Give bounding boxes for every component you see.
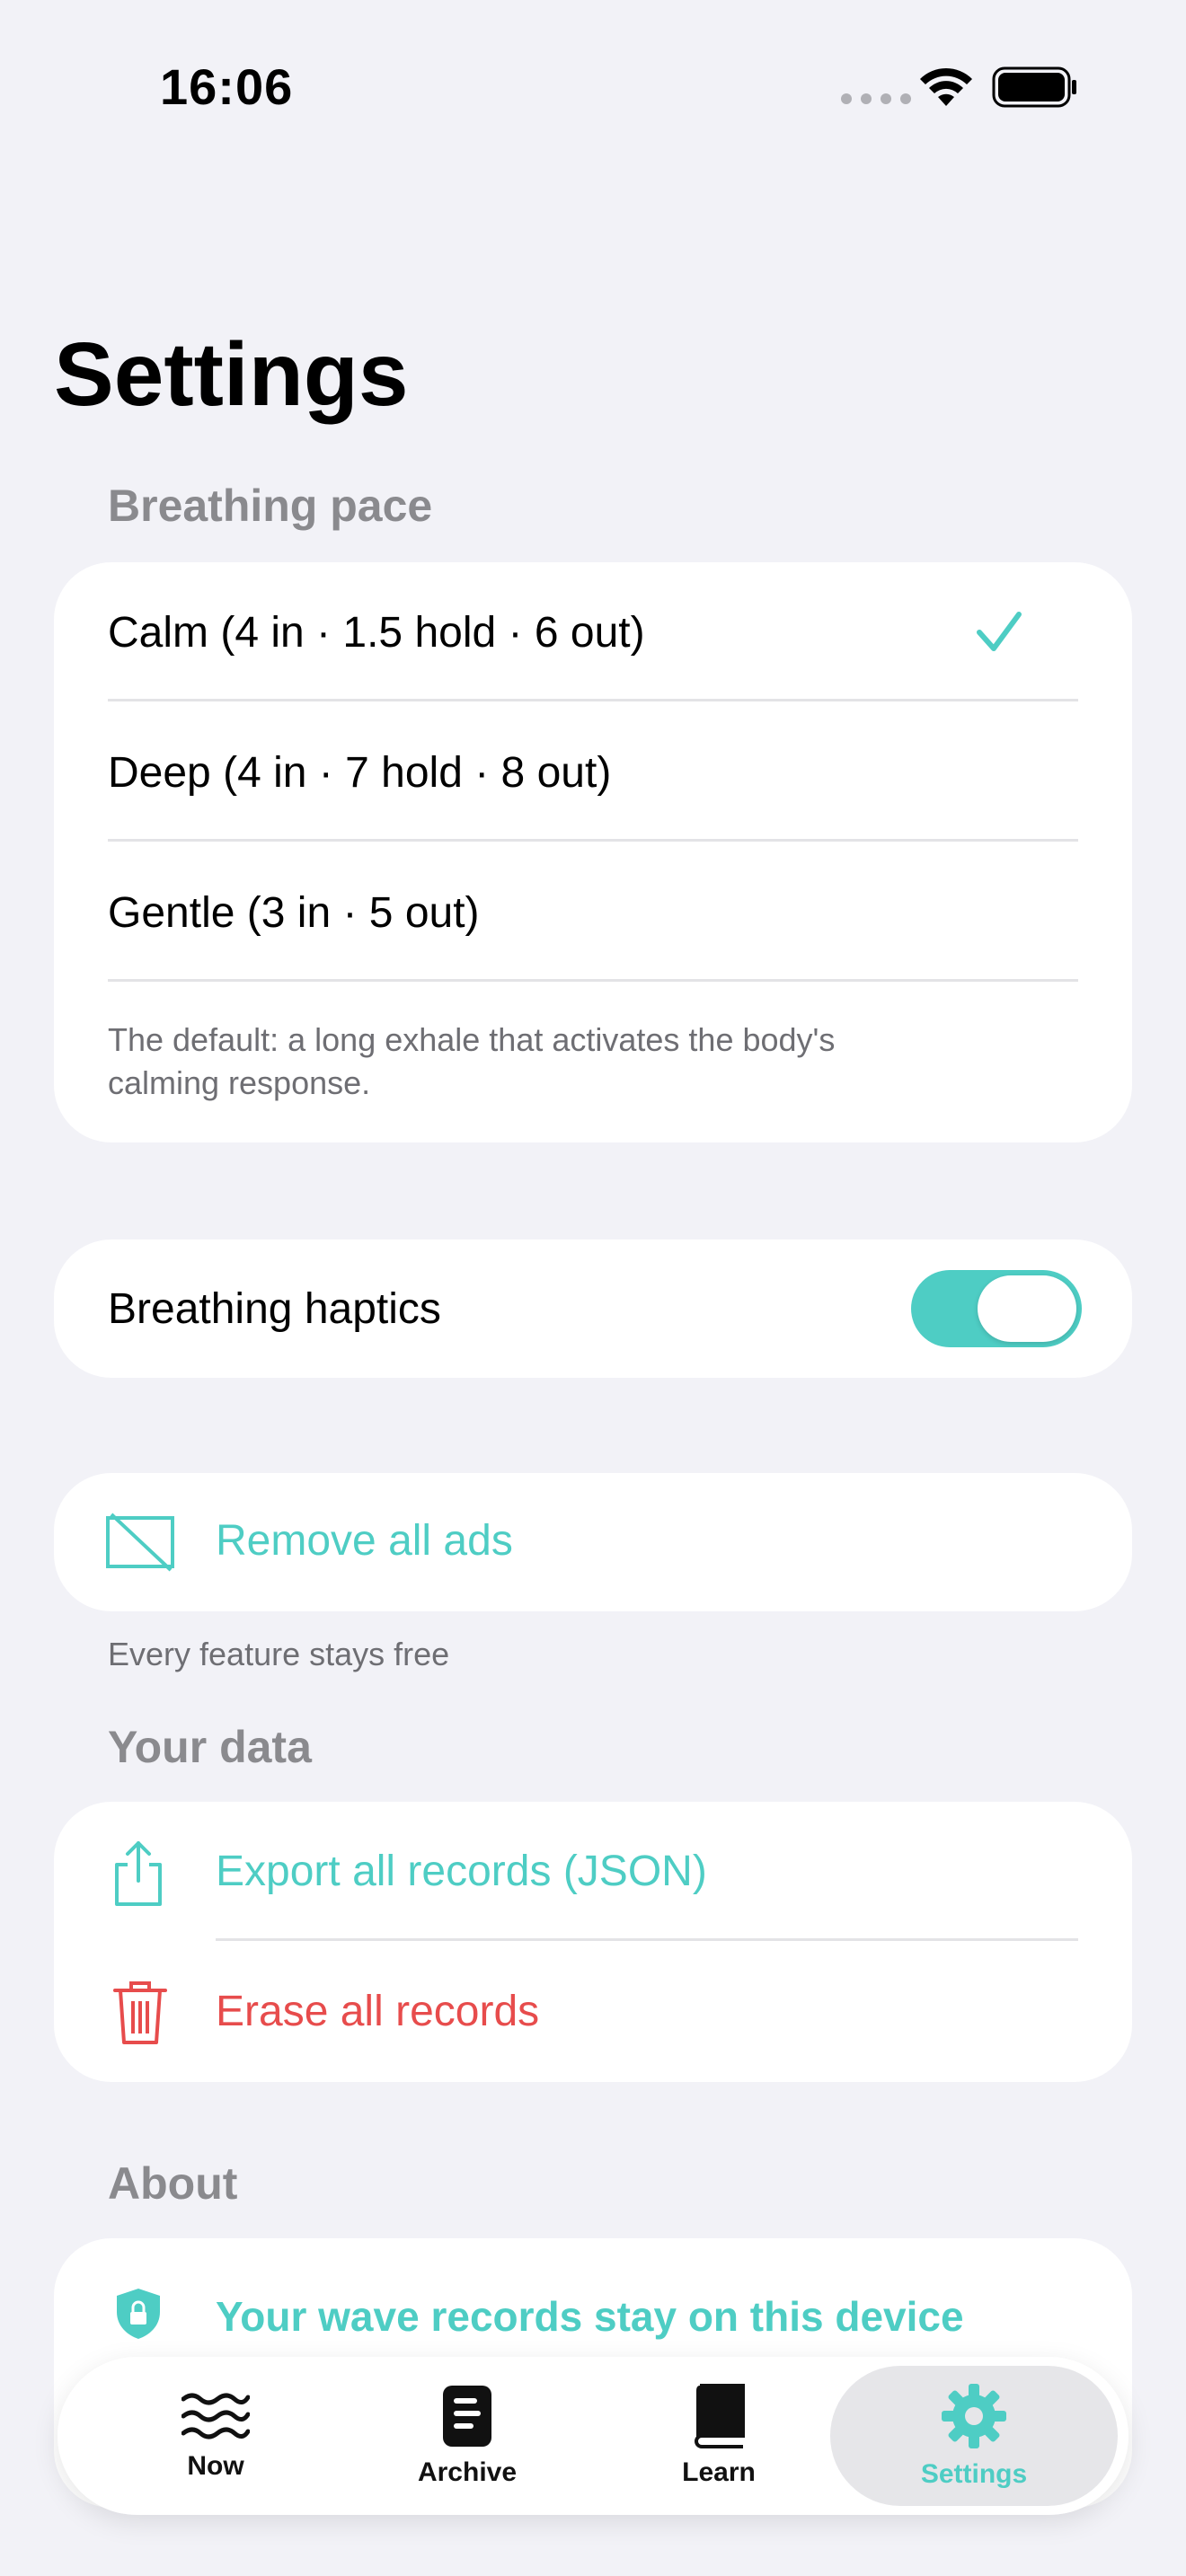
ads-footnote: Every feature stays free (108, 1636, 450, 1672)
haptics-toggle[interactable] (911, 1270, 1082, 1347)
tab-bar: Now Archive Learn Settings (58, 2357, 1128, 2515)
tab-archive[interactable]: Archive (341, 2357, 593, 2515)
about-header: About (108, 2158, 238, 2209)
tab-label: Now (187, 2451, 244, 2481)
no-ads-icon (106, 1513, 174, 1572)
tab-now[interactable]: Now (90, 2357, 341, 2515)
toggle-knob (978, 1275, 1076, 1342)
tab-label: Learn (682, 2457, 756, 2487)
shield-lock-icon (117, 2289, 160, 2339)
divider (108, 699, 1078, 701)
privacy-label: Your wave records stay on this device (216, 2293, 964, 2340)
divider (108, 979, 1078, 982)
tab-label: Archive (417, 2457, 518, 2487)
battery-icon (992, 66, 1076, 108)
wifi-icon (920, 67, 972, 106)
remove-ads-label: Remove all ads (216, 1517, 513, 1565)
tab-learn[interactable]: Learn (593, 2357, 845, 2515)
erase-records-label: Erase all records (216, 1988, 540, 2035)
tab-settings[interactable]: Settings (830, 2366, 1118, 2506)
divider (108, 839, 1078, 842)
pace-option-label: Gentle (3 in · 5 out) (108, 888, 480, 937)
divider (216, 1938, 1078, 1941)
pace-description: The default: a long exhale that activate… (108, 1021, 836, 1101)
haptics-card: Breathing haptics (54, 1239, 1132, 1378)
pace-option-label: Deep (4 in · 7 hold · 8 out) (108, 748, 612, 797)
checkmark-icon (977, 612, 1022, 651)
export-records-button[interactable]: Export all records (JSON) (54, 1802, 1132, 1942)
waves-icon (181, 2393, 250, 2439)
book-icon (695, 2384, 745, 2448)
haptics-label: Breathing haptics (108, 1284, 441, 1333)
page-title: Settings (54, 324, 409, 425)
your-data-header: Your data (108, 1722, 312, 1772)
share-icon (115, 1841, 162, 1906)
gear-icon (942, 2384, 1006, 2448)
pace-option-label: Calm (4 in · 1.5 hold · 6 out) (108, 608, 645, 657)
status-time: 16:06 (160, 58, 294, 115)
erase-records-button[interactable]: Erase all records (54, 1942, 1132, 2082)
pace-option-gentle[interactable]: Gentle (3 in · 5 out) (108, 842, 1078, 983)
pace-option-deep[interactable]: Deep (4 in · 7 hold · 8 out) (108, 702, 1078, 842)
breathing-pace-card: Calm (4 in · 1.5 hold · 6 out) Deep (4 i… (54, 562, 1132, 1142)
remove-ads-button[interactable]: Remove all ads (54, 1473, 1132, 1611)
trash-icon (113, 1981, 167, 2044)
export-records-label: Export all records (JSON) (216, 1848, 707, 1895)
breathing-pace-header: Breathing pace (108, 481, 433, 531)
your-data-card: Export all records (JSON) Erase all reco… (54, 1802, 1132, 2082)
tab-label: Settings (920, 2459, 1028, 2489)
pace-option-calm[interactable]: Calm (4 in · 1.5 hold · 6 out) (108, 562, 1078, 702)
cellular-signal-icon (841, 93, 911, 104)
archive-icon (443, 2386, 491, 2447)
